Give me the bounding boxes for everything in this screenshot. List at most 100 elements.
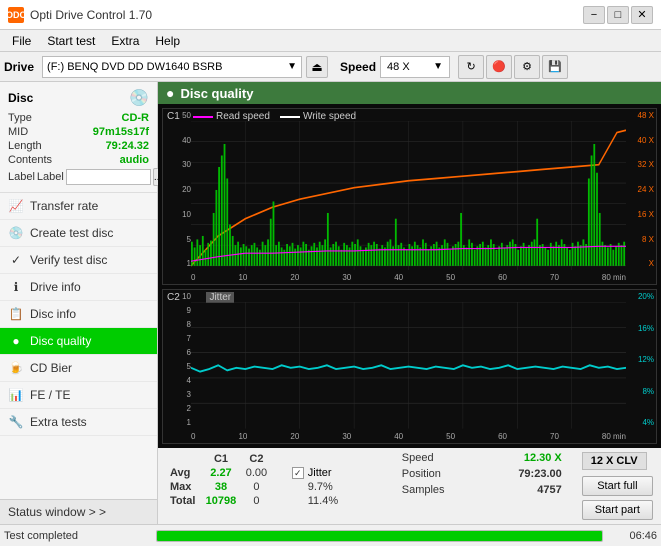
disc-label-static: Label: [37, 171, 64, 183]
jitter-checkbox[interactable]: ✓: [292, 467, 304, 479]
nav-label-extra-tests: Extra tests: [30, 415, 87, 429]
c2-y-6: 6: [165, 348, 191, 357]
verify-test-disc-icon: ✓: [8, 252, 24, 268]
stats-avg-row: Avg 2.27 0.00: [166, 466, 272, 480]
samples-stat-value: 4757: [537, 484, 561, 496]
start-full-button[interactable]: Start full: [582, 476, 653, 496]
c1-y-axis-right: 48 X 40 X 32 X 24 X 16 X 8 X X: [626, 109, 656, 270]
c1-y-axis-left: 50 40 30 20 10 5 1: [163, 109, 191, 270]
nav-label-drive-info: Drive info: [30, 280, 81, 294]
save-button[interactable]: 💾: [542, 55, 568, 79]
disc-contents-row: Contents audio: [8, 154, 149, 166]
c1-chart-svg: [191, 121, 626, 270]
maximize-button[interactable]: □: [607, 6, 629, 24]
disc-length-label: Length: [8, 140, 42, 152]
sidebar-item-cd-bier[interactable]: 🍺 CD Bier: [0, 355, 157, 382]
c1-chart: C1 Read speed Write speed 50 40 30: [162, 108, 657, 285]
status-text: Test completed: [4, 530, 152, 542]
disc-label-text: Label: [8, 171, 35, 183]
sidebar-item-fe-te[interactable]: 📊 FE / TE: [0, 382, 157, 409]
samples-stat-row: Samples 4757: [402, 484, 562, 496]
c1-x-60: 60: [498, 273, 507, 282]
drive-dropdown[interactable]: (F:) BENQ DVD DD DW1640 BSRB ▼: [42, 56, 302, 78]
start-part-button[interactable]: Start part: [582, 500, 653, 520]
status-window-label: Status window > >: [8, 505, 106, 519]
position-stat-label: Position: [402, 468, 441, 480]
status-window-button[interactable]: Status window > >: [0, 499, 157, 524]
c1-y-1: 1: [165, 259, 191, 268]
c1-y-10: 10: [165, 210, 191, 219]
c2-y-7: 7: [165, 334, 191, 343]
sidebar-item-drive-info[interactable]: ℹ Drive info: [0, 274, 157, 301]
c2-y-10: 10: [165, 292, 191, 301]
disc-mid-label: MID: [8, 126, 28, 138]
main-layout: Disc 💿 Type CD-R MID 97m15s17f Length 79…: [0, 82, 661, 524]
close-button[interactable]: ✕: [631, 6, 653, 24]
stats-total-c1: 10798: [201, 494, 241, 508]
jitter-max-val: 11.4%: [292, 495, 382, 507]
speed-label: Speed: [340, 60, 376, 74]
refresh-button[interactable]: ↻: [458, 55, 484, 79]
nav-label-disc-info: Disc info: [30, 307, 76, 321]
stats-total-c2: 0: [241, 494, 272, 508]
c1-y-20: 20: [165, 185, 191, 194]
c2-y-2: 2: [165, 404, 191, 413]
stats-max-c1: 38: [201, 480, 241, 494]
write-speed-color: [280, 116, 300, 118]
c1-x-20: 20: [290, 273, 299, 282]
burn-button[interactable]: 🔴: [486, 55, 512, 79]
speed-dropdown-arrow-icon: ▼: [433, 61, 443, 72]
c2-x-axis: 0 10 20 30 40 50 60 70 80 min: [191, 429, 626, 443]
nav-label-verify-test-disc: Verify test disc: [30, 253, 107, 267]
c2-yr-8: 8%: [628, 387, 654, 396]
c1-yr-32x: 32 X: [628, 160, 654, 169]
menu-help[interactable]: Help: [147, 32, 188, 50]
settings-button[interactable]: ⚙: [514, 55, 540, 79]
stats-total-label: Total: [166, 494, 201, 508]
dropdown-arrow-icon: ▼: [287, 61, 297, 72]
menu-start-test[interactable]: Start test: [39, 32, 103, 50]
speed-dropdown[interactable]: 48 X ▼: [380, 56, 450, 78]
sidebar-item-create-test-disc[interactable]: 💿 Create test disc: [0, 220, 157, 247]
c2-y-4: 4: [165, 376, 191, 385]
app-icon: ODC: [8, 7, 24, 23]
sidebar-item-disc-info[interactable]: 📋 Disc info: [0, 301, 157, 328]
stats-table: C1 C2 Avg 2.27 0.00 Max 38 0: [166, 452, 272, 520]
drive-name: (F:) BENQ DVD DD DW1640 BSRB: [47, 61, 222, 73]
c2-yr-4: 4%: [628, 418, 654, 427]
c1-x-80: 80 min: [602, 273, 626, 282]
stats-total-row: Total 10798 0: [166, 494, 272, 508]
c2-x-30: 30: [342, 432, 351, 441]
disc-label-row: Label Label ...: [8, 168, 149, 186]
nav-items: 📈 Transfer rate 💿 Create test disc ✓ Ver…: [0, 193, 157, 499]
sidebar-item-disc-quality[interactable]: ● Disc quality: [0, 328, 157, 355]
action-buttons: 12 X CLV Start full Start part: [582, 452, 653, 520]
stats-max-row: Max 38 0: [166, 480, 272, 494]
sidebar-item-extra-tests[interactable]: 🔧 Extra tests: [0, 409, 157, 436]
create-test-disc-icon: 💿: [8, 225, 24, 241]
c1-x-0: 0: [191, 273, 195, 282]
c2-x-70: 70: [550, 432, 559, 441]
speed-stat-label: Speed: [402, 452, 434, 464]
sidebar-item-transfer-rate[interactable]: 📈 Transfer rate: [0, 193, 157, 220]
stats-area: C1 C2 Avg 2.27 0.00 Max 38 0: [158, 448, 661, 524]
disc-type-row: Type CD-R: [8, 112, 149, 124]
nav-label-disc-quality: Disc quality: [30, 334, 91, 348]
minimize-button[interactable]: −: [583, 6, 605, 24]
menu-extra[interactable]: Extra: [103, 32, 147, 50]
disc-icon: 💿: [129, 88, 149, 108]
c1-yr-8x: 8 X: [628, 235, 654, 244]
c1-yr-x: X: [628, 259, 654, 268]
eject-button[interactable]: ⏏: [306, 56, 328, 78]
menu-file[interactable]: File: [4, 32, 39, 50]
c1-x-10: 10: [238, 273, 247, 282]
jitter-stats-col: ✓ Jitter 9.7% 11.4%: [292, 452, 382, 520]
charts-area: C1 Read speed Write speed 50 40 30: [158, 104, 661, 448]
sidebar-item-verify-test-disc[interactable]: ✓ Verify test disc: [0, 247, 157, 274]
disc-contents-value: audio: [120, 154, 149, 166]
jitter-text: Jitter: [308, 467, 332, 479]
disc-label-input[interactable]: [66, 169, 151, 185]
disc-header: Disc 💿: [8, 88, 149, 108]
c2-x-10: 10: [238, 432, 247, 441]
disc-title: Disc: [8, 91, 33, 105]
